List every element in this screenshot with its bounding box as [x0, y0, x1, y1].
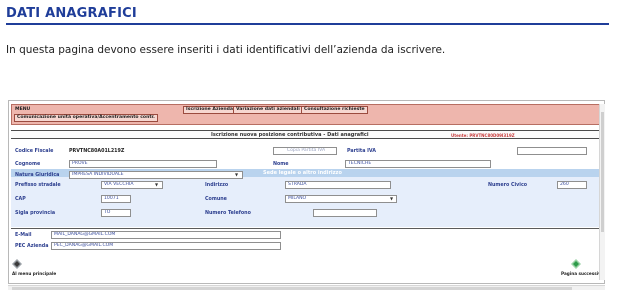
cap-label: CAP — [15, 197, 26, 202]
numero-telefono-input[interactable] — [313, 209, 377, 217]
home-arrow-icon[interactable] — [12, 259, 22, 269]
indirizzo-input[interactable]: STRADA — [285, 181, 391, 189]
comune-select[interactable]: MILANO — [285, 195, 397, 203]
chevron-down-icon: ▼ — [390, 196, 394, 201]
comune-label: Comune — [205, 197, 227, 202]
chevron-down-icon: ▼ — [235, 172, 239, 177]
vertical-scrollbar[interactable] — [599, 104, 605, 280]
slide-title: DATI ANAGRAFICI — [6, 6, 137, 21]
section-title: Sede legale o altro indirizzo — [263, 169, 342, 176]
cap-input[interactable]: 10071 — [101, 195, 131, 203]
prev-page-link[interactable]: Al menu principale — [12, 271, 56, 276]
page-header: Iscrizione nuova posizione contributiva … — [11, 130, 602, 139]
numero-civico-label: Numero Civico — [488, 183, 528, 188]
horizontal-scrollbar[interactable] — [8, 285, 605, 290]
natura-giuridica-label: Natura Giuridica — [15, 173, 60, 178]
codice-fiscale-label: Codice Fiscale — [15, 149, 54, 154]
chevron-down-icon: ▼ — [155, 182, 159, 187]
title-underline — [6, 23, 609, 25]
app-window: MENU Iscrizione Azienda Variazione dati … — [8, 100, 605, 284]
pec-label: PEC Azienda — [15, 244, 49, 249]
page-heading: Iscrizione nuova posizione contributiva … — [211, 132, 369, 138]
copia-partita-iva-button[interactable]: Copia Partita IVA — [273, 147, 337, 155]
prefisso-stradale-select[interactable]: VIA VECCHIA — [101, 181, 163, 189]
sigla-provincia-input[interactable]: TO — [101, 209, 131, 217]
sigla-provincia-label: Sigla provincia — [15, 211, 56, 216]
email-input[interactable]: MAIL_DANAG@GMAIL.COM — [51, 231, 281, 239]
next-arrow-icon[interactable] — [571, 259, 581, 269]
codice-fiscale-value: PRVTNC80A01L219Z — [69, 149, 125, 154]
partita-iva-input[interactable] — [517, 147, 587, 155]
menu-link-consultazione[interactable]: Consultazione richieste — [301, 106, 368, 114]
menu-link-iscrizione[interactable]: Iscrizione Azienda — [183, 106, 236, 114]
natura-giuridica-select[interactable]: IMPRESA INDIVIDUALE — [69, 171, 243, 179]
nome-label: Nome — [273, 162, 289, 167]
pec-input[interactable]: PEC_DANAG@GMAIL.COM — [51, 242, 281, 250]
partita-iva-label: Partita IVA — [347, 149, 377, 154]
email-label: E-Mail — [15, 233, 32, 238]
menu-link-comunicazione[interactable]: Comunicazione unità operativa/Accentrame… — [14, 114, 158, 122]
user-info: Utente: PRVTNC80D09I319Z — [451, 132, 515, 138]
menu-label: MENU — [15, 107, 31, 112]
numero-telefono-label: Numero Telefono — [205, 211, 251, 216]
numero-civico-input[interactable]: 260 — [557, 181, 587, 189]
indirizzo-label: Indirizzo — [205, 183, 229, 188]
menu-link-variazione[interactable]: Variazione dati aziendali — [233, 106, 303, 114]
top-menu: MENU Iscrizione Azienda Variazione dati … — [11, 104, 602, 125]
nome-input[interactable]: TECNICHE — [345, 160, 491, 168]
cognome-input[interactable]: PROVE — [69, 160, 217, 168]
section-divider — [11, 228, 602, 229]
prefisso-stradale-label: Prefisso stradale — [15, 183, 61, 188]
cognome-label: Cognome — [15, 162, 41, 167]
slide-intro: In questa pagina devono essere inseriti … — [6, 44, 446, 56]
next-page-link[interactable]: Pagina successiva — [561, 271, 604, 276]
